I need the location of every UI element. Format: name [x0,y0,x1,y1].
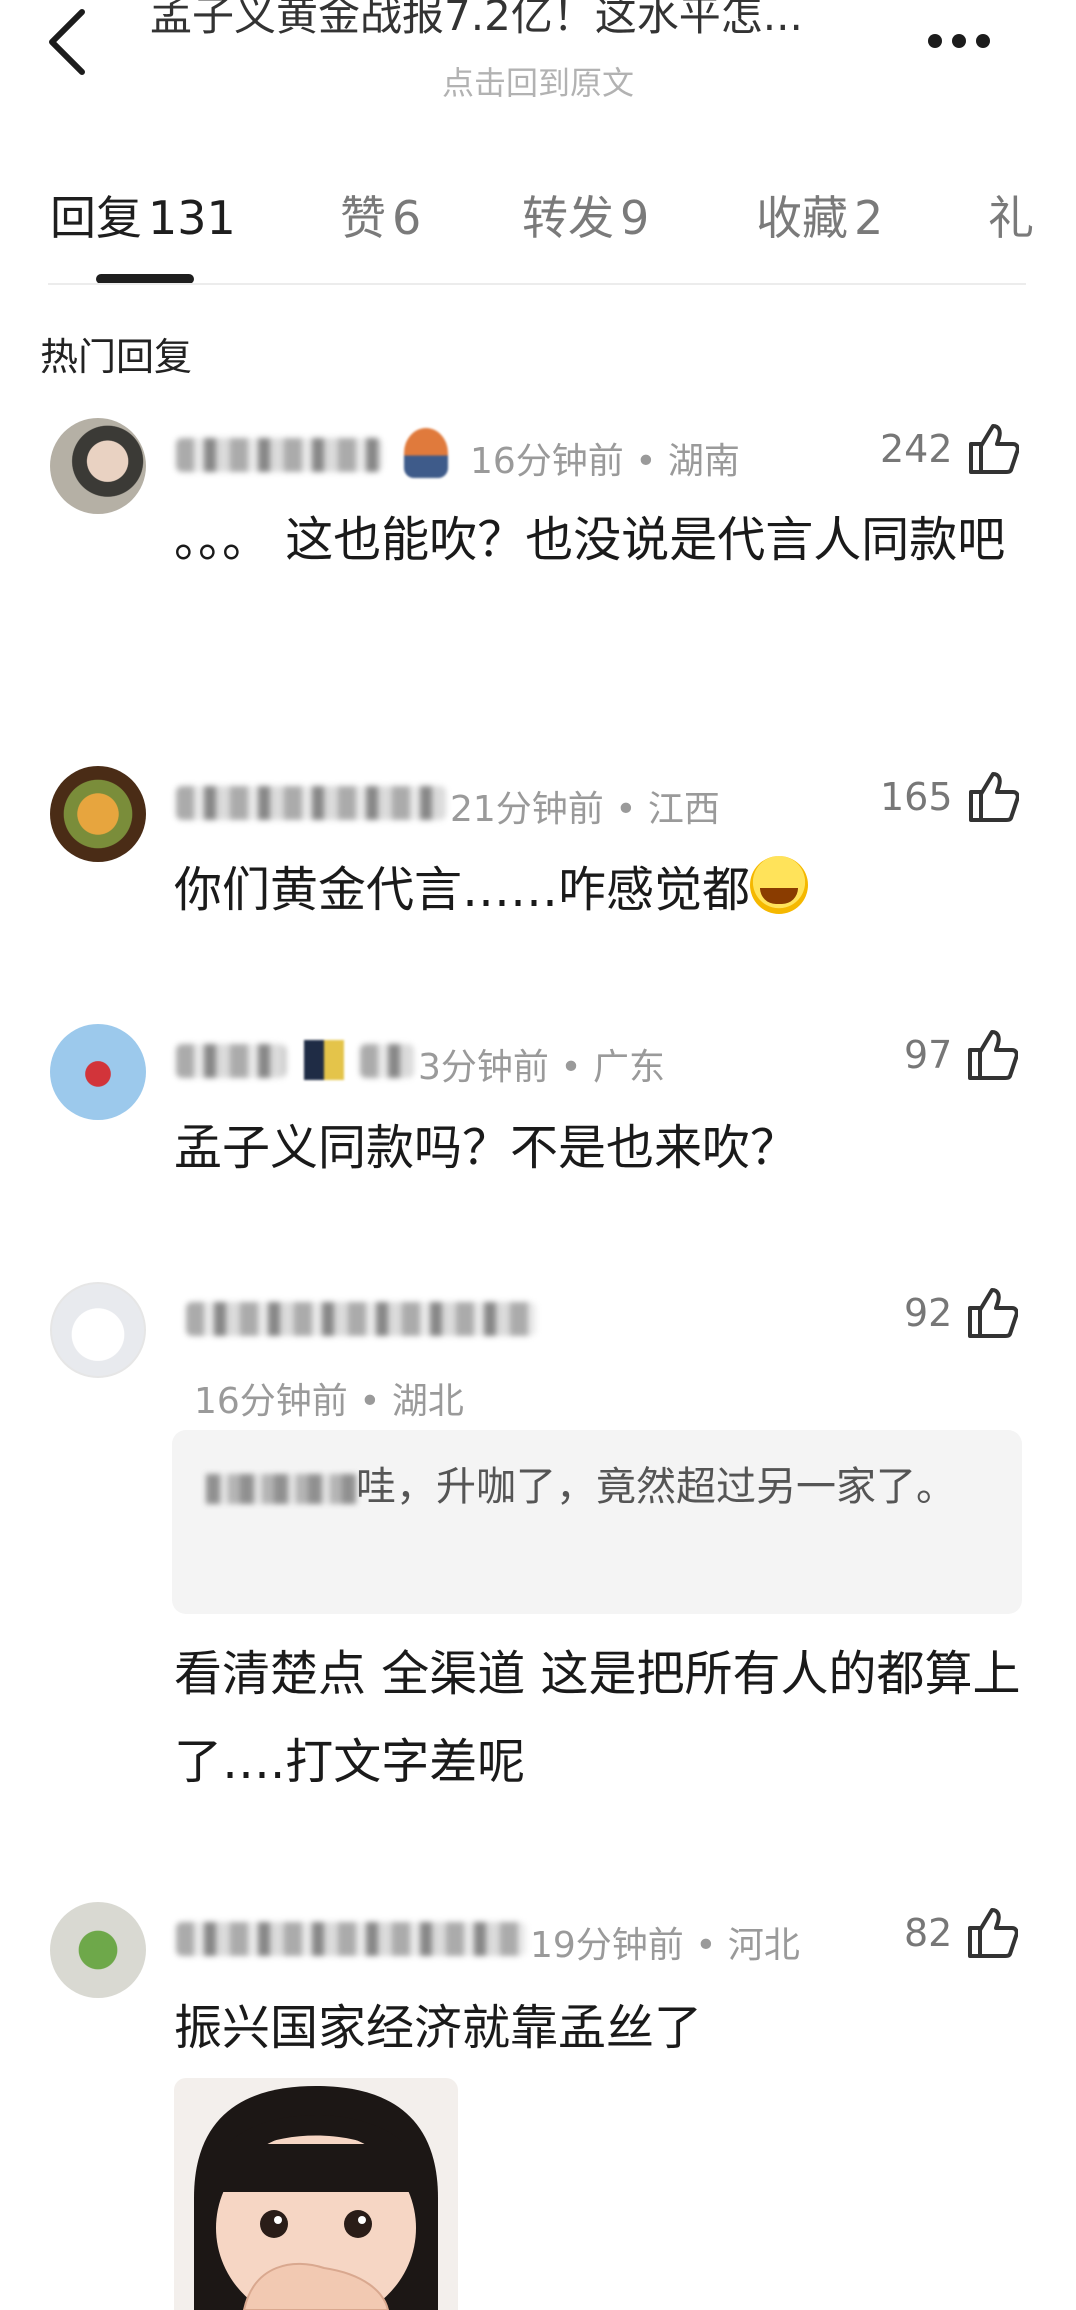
like-count: 92 [904,1291,953,1335]
like-count: 242 [880,427,953,471]
sticker-image[interactable] [174,2078,458,2310]
username-blurred[interactable] [176,438,382,472]
tab-count: 6 [392,191,422,245]
comment-meta: 16分钟前 • 湖南 [470,441,740,482]
child-covering-mouth-sticker [194,2086,438,2310]
like-button[interactable]: 82 [904,1906,1019,1960]
like-count: 82 [904,1911,953,1955]
tab-favorites[interactable]: 收藏 2 [756,182,883,248]
tab-reposts[interactable]: 转发 9 [522,182,649,248]
comment-text: 你们黄金代言……咋感觉都 [174,846,1034,934]
like-count: 97 [904,1033,953,1077]
tab-label: 礼 [988,191,1034,245]
avatar[interactable] [50,766,146,862]
avatar[interactable] [50,418,146,514]
comment-text: 。。。 这也能吹？也没说是代言人同款吧 [174,512,1006,568]
user-badge-icon [404,428,448,478]
tab-label: 回复 [50,191,142,245]
like-count: 165 [880,775,953,819]
tab-count: 131 [148,191,236,245]
tab-replies[interactable]: 回复 131 [50,182,236,248]
like-button[interactable]: 97 [904,1028,1019,1082]
thumbs-up-icon [968,1030,1019,1080]
comment-text: 看清楚点 全渠道 这是把所有人的都算上了….打文字差呢 [174,1646,1021,1790]
comment-meta: 21分钟前 • 江西 [450,789,720,830]
tab-count: 2 [854,191,884,245]
avatar[interactable] [50,1024,146,1120]
comment-meta: 19分钟前 • 河北 [530,1925,800,1966]
comment-meta: 3分钟前 • 广东 [418,1047,666,1088]
tab-gifts[interactable]: 礼 [988,182,1034,248]
quoted-reply-body: 哇，升咖了，竟然超过另一家了。 [356,1464,956,1510]
tab-count: 9 [620,191,650,245]
user-badge-icon [304,1040,344,1080]
thumbs-up-icon [968,424,1019,474]
thumbs-up-icon [968,1908,1019,1958]
tab-label: 收藏 [756,191,848,245]
username-blurred[interactable] [176,1922,526,1956]
tab-divider [48,283,1026,285]
avatar[interactable] [50,1902,146,1998]
quoted-username-blurred [206,1474,356,1504]
username-blurred [360,1044,414,1078]
quoted-reply-text: 哇，升咖了，竟然超过另一家了。 [206,1452,996,1522]
more-dots-icon[interactable] [928,26,1008,56]
comment-text: 孟子义同款吗？不是也来吹？ [174,1120,799,1176]
username-blurred[interactable] [176,786,446,820]
like-button[interactable]: 242 [880,422,1019,476]
tab-label: 转发 [522,191,614,245]
like-button[interactable]: 92 [904,1286,1019,1340]
comment-text: 振兴国家经济就靠孟丝了 [174,2000,703,2056]
thumbs-up-icon [968,772,1019,822]
hot-replies-heading: 热门回复 [40,335,193,379]
thumbs-up-icon [968,1288,1019,1338]
tab-label: 赞 [340,191,386,245]
avatar[interactable] [50,1282,146,1378]
back-to-original-link[interactable]: 点击回到原文 [0,58,1076,104]
username-blurred[interactable] [176,1044,286,1078]
laughing-tears-emoji-icon [750,856,809,914]
comment-meta: 16分钟前 • 湖北 [194,1381,464,1422]
post-title[interactable]: 孟子义黄金战报7.2亿！这水平怎... [150,0,910,43]
like-button[interactable]: 165 [880,770,1019,824]
username-blurred[interactable] [186,1302,536,1336]
tab-likes[interactable]: 赞6 [340,182,421,248]
comment-text-body: 你们黄金代言……咋感觉都 [174,862,751,918]
